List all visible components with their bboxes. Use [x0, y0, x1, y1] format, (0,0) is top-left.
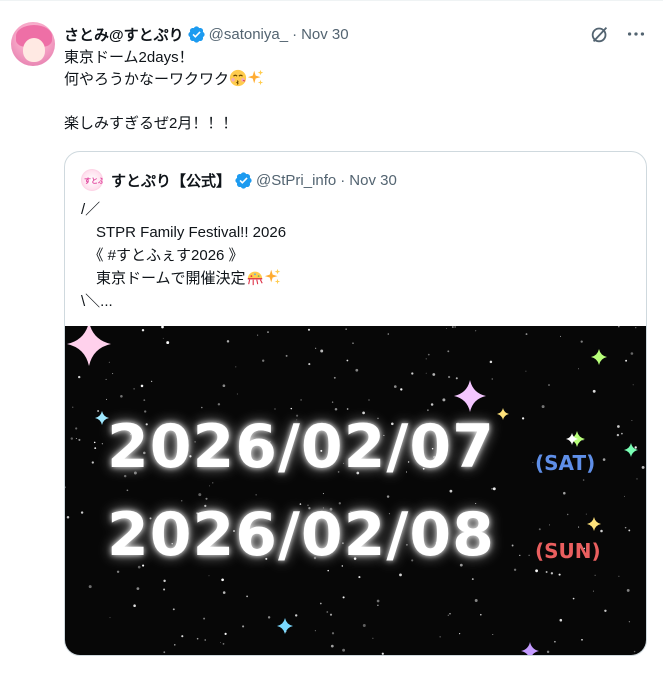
tweet-line-2: 何やろうかなーワクワク [64, 69, 265, 91]
confetti-ball-emoji-icon [247, 271, 263, 286]
sparkle [521, 642, 539, 655]
quote-timestamp[interactable]: Nov 30 [349, 172, 397, 189]
quote-media-image[interactable]: 2026/02/07 (SAT) 2026/02/08 (SUN) [65, 326, 646, 655]
quote-separator-dot: · [340, 171, 346, 189]
sparkle [454, 380, 486, 412]
quote-header: すとぷり すとぷり【公式】 @StPri_info · Nov 30 [81, 168, 397, 192]
quote-line-2: STPR Family Festival!! 2026 [81, 224, 287, 241]
sparkle [591, 349, 607, 365]
day-2: (SUN) [535, 539, 601, 563]
kissing-face-emoji-icon [229, 69, 247, 87]
quote-verified-badge-icon [235, 171, 252, 189]
quote-line-5: \＼... [81, 293, 113, 310]
sparkle [497, 408, 509, 420]
sparkles-emoji-icon-2 [264, 268, 280, 285]
sparkle [587, 517, 601, 531]
separator-dot: · [292, 25, 298, 43]
avatar-face [23, 38, 45, 62]
quote-avatar-text: すとぷり [84, 177, 103, 185]
tweet-line-2-text: 何やろうかなーワクワク [64, 71, 230, 88]
author-handle[interactable]: @satoniya_ [209, 26, 288, 43]
day-1: (SAT) [535, 451, 596, 475]
quote-avatar[interactable]: すとぷり [81, 169, 103, 191]
sparkle [624, 443, 638, 457]
tweet-header: さとみ@すとぷり @satoniya_ · Nov 30 [64, 23, 349, 45]
grok-icon[interactable] [589, 23, 611, 45]
tweet-text: 東京ドーム2days！ 何やろうかなーワクワク ​ 楽しみすぎるぜ2月！！！ [64, 47, 265, 135]
avatar[interactable] [11, 22, 55, 66]
timestamp[interactable]: Nov 30 [301, 26, 349, 43]
more-icon[interactable] [625, 23, 647, 45]
tweet-blank-line: ​ [64, 91, 265, 113]
quote-line-1: /／ [81, 201, 101, 218]
tweet-line-3: 楽しみすぎるぜ2月！！！ [64, 115, 238, 132]
quote-line-4: 東京ドームで開催決定 [81, 267, 286, 290]
quote-author-name[interactable]: すとぷり【公式】 [111, 170, 231, 191]
tweet[interactable]: さとみ@すとぷり @satoniya_ · Nov 30 東京ドーム2days！… [0, 0, 663, 687]
tweet-line-1: 東京ドーム2days！ [64, 49, 194, 66]
quote-line-4-text: 東京ドームで開催決定 [81, 270, 246, 287]
quote-author-handle[interactable]: @StPri_info [256, 172, 336, 189]
quote-text: /／ STPR Family Festival!! 2026 《 #すとふぇす2… [81, 198, 286, 313]
author-name[interactable]: さとみ@すとぷり [64, 24, 184, 45]
verified-badge-icon [188, 25, 205, 43]
sparkle [277, 618, 293, 634]
sparkle [67, 326, 111, 366]
tweet-actions [589, 23, 647, 45]
sparkles-emoji-icon [247, 69, 264, 86]
date-2: 2026/02/08 [107, 500, 495, 570]
starfield-background [65, 326, 645, 655]
quote-line-3: 《 #すとふぇす2026 》 [81, 247, 244, 264]
quoted-tweet[interactable]: すとぷり すとぷり【公式】 @StPri_info · Nov 30 /／ ST… [64, 151, 647, 656]
date-1: 2026/02/07 [107, 412, 495, 482]
